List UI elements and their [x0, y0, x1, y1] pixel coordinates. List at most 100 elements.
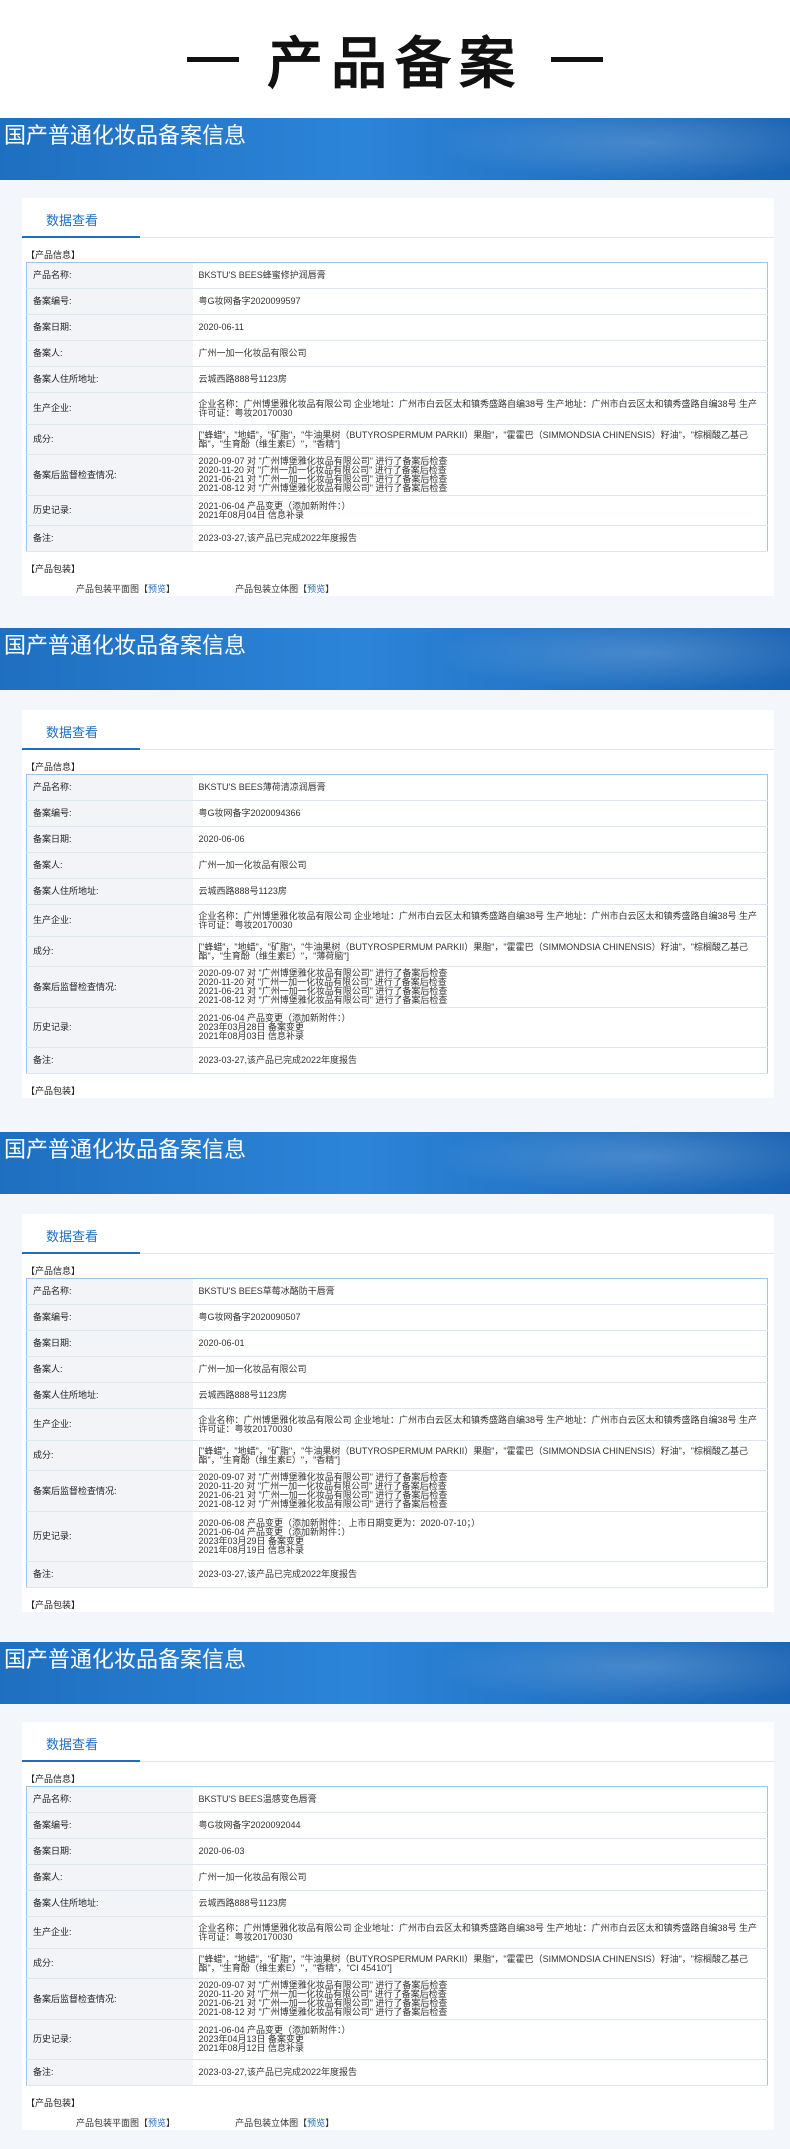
tab-data-view[interactable]: 数据查看 [46, 1226, 98, 1245]
info-value: 2023-03-27,该产品已完成2022年度报告 [192, 1561, 768, 1588]
info-row: 备案编号: 粤G妆网备字2020092044 [26, 1812, 768, 1839]
info-key: 备案后监督检查情况: [26, 454, 193, 496]
info-key: 备案人: [26, 1864, 193, 1891]
info-value: ["蜂蜡"，"地蜡"，"矿脂"，"牛油果树（BUTYROSPERMUM PARK… [192, 936, 768, 967]
info-value: 云城西路888号1123房 [192, 1382, 768, 1409]
info-row: 备案日期: 2020-06-06 [26, 826, 768, 853]
banner-decoration [430, 118, 790, 180]
info-key: 生产企业: [26, 392, 193, 425]
info-row: 备案后监督检查情况: 2020-09-07 对 "广州博堡雅化妆品有限公司" 进行… [26, 1470, 768, 1512]
info-value: 2020-06-01 [192, 1330, 768, 1357]
info-key: 产品名称: [26, 1786, 193, 1813]
banner-decoration [430, 1132, 790, 1194]
info-value: BKSTU'S BEES薄荷清凉润唇膏 [192, 774, 768, 801]
banner-title: 国产普通化妆品备案信息 [4, 633, 247, 658]
banner-decoration [430, 1642, 790, 1704]
record-card: 数据查看【产品信息】产品名称: BKSTU'S BEES温感变色唇膏 备案编号: 粤G… [22, 1722, 774, 2130]
package-item: 产品包装平面图【预览】 [76, 584, 176, 594]
info-value: 2023-03-27,该产品已完成2022年度报告 [192, 2059, 768, 2086]
info-row: 备案人: 广州一加一化妆品有限公司 [26, 340, 768, 367]
info-value: 粤G妆网备字2020094366 [192, 800, 768, 827]
info-row: 备案人: 广州一加一化妆品有限公司 [26, 852, 768, 879]
info-row: 备案编号: 粤G妆网备字2020099597 [26, 288, 768, 315]
info-key: 生产企业: [26, 1916, 193, 1949]
package-images: 产品包装平面图【预览】 产品包装立体图【预览】 [22, 2116, 774, 2130]
info-key: 备注: [26, 1047, 193, 1074]
tab-bar: 数据查看 [22, 710, 774, 750]
info-key: 备案日期: [26, 826, 193, 853]
info-row: 备注: 2023-03-27,该产品已完成2022年度报告 [26, 2059, 768, 2086]
info-value: 广州一加一化妆品有限公司 [192, 1864, 768, 1891]
info-key: 产品名称: [26, 1278, 193, 1305]
section-banner: 国产普通化妆品备案信息 [0, 1642, 790, 1704]
info-row: 备案人住所地址: 云城西路888号1123房 [26, 1890, 768, 1917]
tab-active-indicator [22, 748, 140, 750]
info-key: 备案后监督检查情况: [26, 966, 193, 1008]
info-value: 2020-06-11 [192, 314, 768, 341]
tab-active-indicator [22, 1760, 140, 1762]
tab-data-view[interactable]: 数据查看 [46, 722, 98, 741]
product-package-label: 【产品包装】 [26, 1600, 81, 1610]
title-dash-right [551, 56, 603, 62]
info-key: 备案后监督检查情况: [26, 1470, 193, 1512]
info-value: BKSTU'S BEES温感变色唇膏 [192, 1786, 768, 1813]
info-row: 备案人: 广州一加一化妆品有限公司 [26, 1356, 768, 1383]
section-banner: 国产普通化妆品备案信息 [0, 118, 790, 180]
info-value: ["蜂蜡"，"地蜡"，"矿脂"，"牛油果树（BUTYROSPERMUM PARK… [192, 424, 768, 455]
info-row: 生产企业: 企业名称：广州博堡雅化妆品有限公司 企业地址：广州市白云区太和镇秀盛路… [26, 1408, 768, 1441]
info-key: 备案编号: [26, 288, 193, 315]
info-value: 广州一加一化妆品有限公司 [192, 340, 768, 367]
info-key: 备案人住所地址: [26, 1382, 193, 1409]
info-row: 备案日期: 2020-06-03 [26, 1838, 768, 1865]
tab-data-view[interactable]: 数据查看 [46, 1734, 98, 1753]
info-row: 成分: ["蜂蜡"，"地蜡"，"矿脂"，"牛油果树（BUTYROSPERMUM P… [26, 424, 768, 455]
product-package-label: 【产品包装】 [26, 1086, 81, 1096]
info-key: 成分: [26, 1948, 193, 1979]
info-value: BKSTU'S BEES草莓冰酪防干唇膏 [192, 1278, 768, 1305]
info-row: 生产企业: 企业名称：广州博堡雅化妆品有限公司 企业地址：广州市白云区太和镇秀盛路… [26, 392, 768, 425]
product-info-label: 【产品信息】 [26, 250, 81, 260]
info-key: 历史记录: [26, 2019, 193, 2060]
info-value: 云城西路888号1123房 [192, 1890, 768, 1917]
info-value: 粤G妆网备字2020099597 [192, 288, 768, 315]
tab-active-indicator [22, 236, 140, 238]
info-key: 成分: [26, 936, 193, 967]
banner-decoration [430, 628, 790, 690]
info-row: 备案日期: 2020-06-01 [26, 1330, 768, 1357]
info-key: 生产企业: [26, 904, 193, 937]
info-key: 产品名称: [26, 262, 193, 289]
info-key: 成分: [26, 424, 193, 455]
product-info-table: 产品名称: BKSTU'S BEES温感变色唇膏 备案编号: 粤G妆网备字202009… [26, 1786, 768, 2086]
info-value: 粤G妆网备字2020092044 [192, 1812, 768, 1839]
info-value: 2020-09-07 对 "广州博堡雅化妆品有限公司" 进行了备案后检查 2020… [192, 1978, 768, 2020]
preview-link[interactable]: 预览 [148, 584, 166, 594]
preview-link[interactable]: 预览 [148, 2118, 166, 2128]
info-key: 备案人住所地址: [26, 366, 193, 393]
product-info-table: 产品名称: BKSTU'S BEES薄荷清凉润唇膏 备案编号: 粤G妆网备字20200… [26, 774, 768, 1074]
info-value: 2021-06-04 产品变更（添加新附件：） 2023年03月28日 备案变更 2… [192, 1007, 768, 1048]
info-row: 备案后监督检查情况: 2020-09-07 对 "广州博堡雅化妆品有限公司" 进行… [26, 1978, 768, 2020]
record-section: 国产普通化妆品备案信息数据查看【产品信息】产品名称: BKSTU'S BEES温感… [0, 1642, 790, 2149]
info-value: 2020-09-07 对 "广州博堡雅化妆品有限公司" 进行了备案后检查 2020… [192, 1470, 768, 1512]
info-row: 成分: ["蜂蜡"，"地蜡"，"矿脂"，"牛油果树（BUTYROSPERMUM P… [26, 936, 768, 967]
record-section: 国产普通化妆品备案信息 数据查看 【产品信息】 产品名称: BKSTU'S BEES薄荷… [0, 628, 790, 1132]
record-card: 数据查看 【产品信息】 产品名称: BKSTU'S BEES蜂蜜修护润唇膏 备案编号: 粤… [22, 198, 774, 596]
preview-link[interactable]: 预览 [307, 584, 325, 594]
preview-link[interactable]: 预览 [307, 2118, 325, 2128]
info-key: 备案人住所地址: [26, 878, 193, 905]
info-row: 产品名称: BKSTU'S BEES温感变色唇膏 [26, 1786, 768, 1813]
section-banner: 国产普通化妆品备案信息 [0, 1132, 790, 1194]
info-key: 历史记录: [26, 1007, 193, 1048]
tab-data-view[interactable]: 数据查看 [46, 210, 98, 229]
info-row: 成分: ["蜂蜡"，"地蜡"，"矿脂"，"牛油果树（BUTYROSPERMUM P… [26, 1948, 768, 1979]
info-value: ["蜂蜡"，"地蜡"，"矿脂"，"牛油果树（BUTYROSPERMUM PARK… [192, 1948, 768, 1979]
info-value: 粤G妆网备字2020090507 [192, 1304, 768, 1331]
info-value: 2020-06-06 [192, 826, 768, 853]
info-value: 云城西路888号1123房 [192, 878, 768, 905]
page-title: 产品备案 [0, 0, 790, 118]
product-info-label: 【产品信息】 [26, 1774, 81, 1784]
info-row: 备案人住所地址: 云城西路888号1123房 [26, 366, 768, 393]
info-row: 备案日期: 2020-06-11 [26, 314, 768, 341]
info-row: 备案编号: 粤G妆网备字2020094366 [26, 800, 768, 827]
info-value: 2021-06-04 产品变更（添加新附件：） 2021年08月04日 信息补录 [192, 495, 768, 526]
